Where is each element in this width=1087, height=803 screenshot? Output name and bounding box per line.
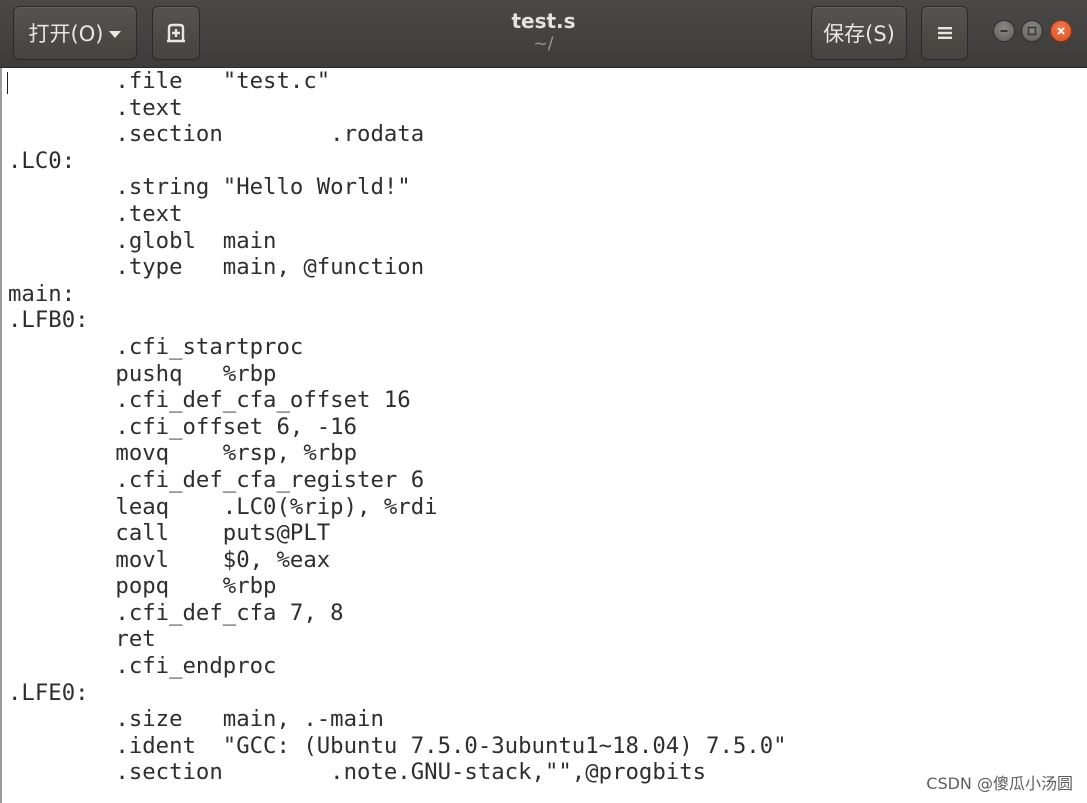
code-line: .cfi_endproc [8, 653, 277, 680]
code-line: .string "Hello World!" [8, 174, 411, 201]
menu-button[interactable] [921, 6, 968, 60]
code-line: .LFB0: [8, 307, 89, 334]
save-button[interactable]: 保存(S) [811, 6, 907, 60]
code-line: .text [8, 200, 183, 227]
code-line: movl $0, %eax [8, 546, 331, 573]
close-button[interactable] [1050, 20, 1072, 42]
gedit-window: 打开(O) test.s ~/ 保存(S) .file "test.c" .te… [0, 0, 1087, 803]
code-line: main: [8, 280, 76, 307]
open-button[interactable]: 打开(O) [13, 6, 137, 60]
close-icon [1056, 26, 1066, 36]
code-line: .size main, .-main [8, 706, 384, 733]
code-line: .cfi_startproc [8, 333, 304, 360]
code-line: .cfi_def_cfa_offset 16 [8, 387, 411, 414]
open-button-label: 打开(O) [28, 22, 104, 46]
minimize-icon [999, 26, 1009, 36]
code-line: call puts@PLT [8, 520, 331, 547]
code-line: popq %rbp [8, 573, 277, 600]
code-line: .LFE0: [8, 679, 89, 706]
code-line: pushq %rbp [8, 360, 277, 387]
code-line: .cfi_def_cfa 7, 8 [8, 599, 344, 626]
code-line: .section .note.GNU-stack,"",@progbits [8, 759, 707, 786]
code-line: .cfi_offset 6, -16 [8, 413, 358, 440]
hamburger-menu-icon [937, 26, 953, 40]
minimize-button[interactable] [993, 20, 1015, 42]
code-line: .ident "GCC: (Ubuntu 7.5.0-3ubuntu1~18.0… [8, 732, 787, 759]
code-line: movq %rsp, %rbp [8, 440, 358, 467]
code-line: .globl main [8, 227, 277, 254]
code-content[interactable]: .file "test.c" .text .section .rodata .LC… [8, 68, 787, 786]
new-document-icon [165, 22, 187, 44]
code-line: .LC0: [8, 147, 76, 174]
save-button-label: 保存(S) [823, 22, 895, 46]
chevron-down-icon [109, 30, 122, 38]
watermark: CSDN @傻瓜小汤圆 [926, 774, 1073, 793]
code-line: .text [8, 94, 183, 121]
code-line: .cfi_def_cfa_register 6 [8, 466, 425, 493]
header-bar: 打开(O) test.s ~/ 保存(S) [0, 0, 1087, 68]
code-line: leaq .LC0(%rip), %rdi [8, 493, 438, 520]
maximize-icon [1027, 26, 1037, 36]
maximize-button[interactable] [1021, 20, 1043, 42]
new-document-button[interactable] [152, 6, 200, 60]
code-line: .file "test.c" [8, 68, 331, 94]
code-line: .type main, @function [8, 254, 425, 281]
code-line: .section .rodata [8, 121, 425, 148]
text-editor[interactable]: .file "test.c" .text .section .rodata .LC… [0, 68, 1087, 803]
code-line: ret [8, 626, 156, 653]
